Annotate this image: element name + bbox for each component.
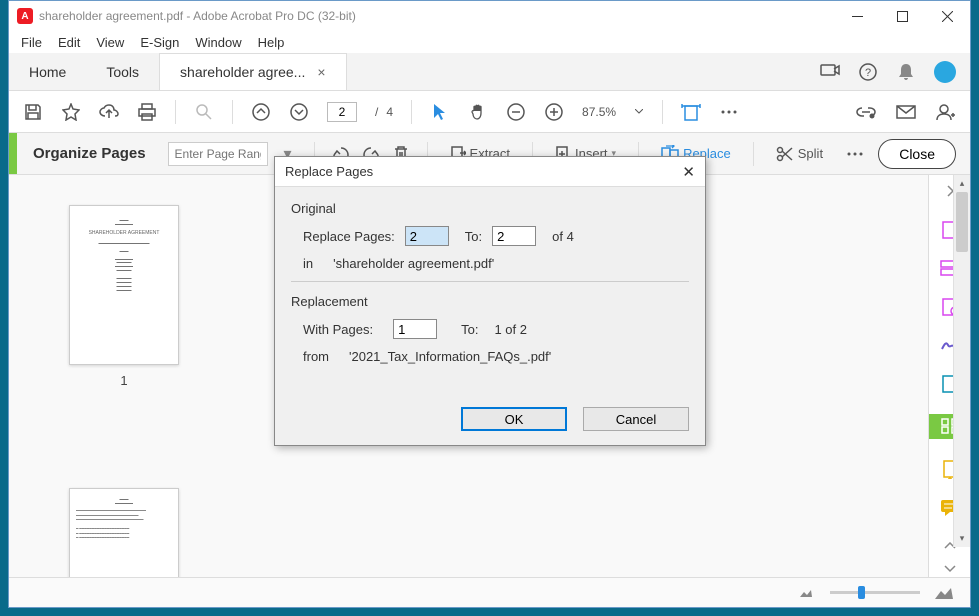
tabbar: Home Tools shareholder agree... × ? bbox=[9, 53, 970, 91]
zoom-value[interactable]: 87.5% bbox=[582, 105, 616, 119]
add-user-icon[interactable] bbox=[936, 102, 956, 122]
dialog-close-button[interactable]: ✕ bbox=[682, 163, 695, 181]
menu-esign[interactable]: E-Sign bbox=[140, 35, 179, 50]
main-toolbar: / 4 87.5% bbox=[9, 91, 970, 133]
maximize-button[interactable] bbox=[880, 1, 925, 31]
app-icon: A bbox=[17, 8, 33, 24]
replace-pages-label: Replace Pages: bbox=[303, 229, 395, 244]
menu-edit[interactable]: Edit bbox=[58, 35, 80, 50]
more-tools-icon[interactable] bbox=[845, 144, 865, 164]
dialog-titlebar: Replace Pages ✕ bbox=[275, 157, 705, 187]
bottom-bar bbox=[9, 577, 970, 607]
svg-text:?: ? bbox=[865, 67, 871, 79]
zoom-out-icon[interactable] bbox=[506, 102, 526, 122]
to-label-2: To: bbox=[461, 322, 478, 337]
thumb-size-slider[interactable] bbox=[830, 591, 920, 594]
scroll-down-icon[interactable]: ▾ bbox=[954, 530, 970, 547]
scroll-thumb[interactable] bbox=[956, 192, 968, 252]
from-file-name: '2021_Tax_Information_FAQs_.pdf' bbox=[349, 349, 551, 364]
with-from-input[interactable] bbox=[393, 319, 437, 339]
slider-handle[interactable] bbox=[858, 586, 865, 599]
user-avatar[interactable] bbox=[934, 61, 956, 83]
organize-title: Organize Pages bbox=[33, 145, 146, 162]
hand-icon[interactable] bbox=[468, 102, 488, 122]
of-count-label: of 4 bbox=[552, 229, 574, 244]
thumb-label-1: 1 bbox=[120, 373, 127, 388]
page-thumb-4[interactable]: ▬▬▬▬▬▬▬▬▬ ▬▬▬▬▬▬▬▬▬▬▬▬▬▬▬▬▬▬▬▬▬▬▬▬▬▬▬▬▬▬… bbox=[69, 488, 179, 577]
tab-home[interactable]: Home bbox=[9, 53, 86, 90]
with-pages-label: With Pages: bbox=[303, 322, 373, 337]
page-sep: / bbox=[375, 105, 378, 119]
zoom-dropdown-icon[interactable] bbox=[634, 102, 644, 122]
print-icon[interactable] bbox=[137, 102, 157, 122]
ok-button[interactable]: OK bbox=[461, 407, 567, 431]
replace-to-input[interactable] bbox=[492, 226, 536, 246]
vertical-scrollbar[interactable]: ▴ ▾ bbox=[953, 175, 970, 547]
cloud-upload-icon[interactable] bbox=[99, 102, 119, 122]
bell-icon[interactable] bbox=[896, 62, 916, 82]
page-total: 4 bbox=[386, 105, 393, 119]
fit-width-icon[interactable] bbox=[681, 102, 701, 122]
menu-help[interactable]: Help bbox=[258, 35, 285, 50]
tab-close-icon[interactable]: × bbox=[317, 64, 325, 80]
thumb-wrap-4: ▬▬▬▬▬▬▬▬▬ ▬▬▬▬▬▬▬▬▬▬▬▬▬▬▬▬▬▬▬▬▬▬▬▬▬▬▬▬▬▬… bbox=[69, 488, 179, 577]
page-up-icon[interactable] bbox=[251, 102, 271, 122]
link-icon[interactable] bbox=[856, 102, 876, 122]
with-to-text: 1 of 2 bbox=[494, 322, 527, 337]
in-file-name: 'shareholder agreement.pdf' bbox=[333, 256, 494, 271]
thumb-size-small-icon[interactable] bbox=[796, 583, 816, 603]
share-device-icon[interactable] bbox=[820, 62, 840, 82]
menubar: File Edit View E-Sign Window Help bbox=[9, 31, 970, 53]
organize-accent bbox=[9, 133, 17, 174]
cancel-button[interactable]: Cancel bbox=[583, 407, 689, 431]
to-label-1: To: bbox=[465, 229, 482, 244]
page-down-icon[interactable] bbox=[289, 102, 309, 122]
page-range-input[interactable] bbox=[168, 142, 268, 166]
page-number-input[interactable] bbox=[327, 102, 357, 122]
find-icon[interactable] bbox=[194, 102, 214, 122]
pointer-icon[interactable] bbox=[430, 102, 450, 122]
split-tool[interactable]: Split bbox=[770, 146, 829, 162]
window-title: shareholder agreement.pdf - Adobe Acroba… bbox=[39, 9, 356, 23]
minimize-button[interactable] bbox=[835, 1, 880, 31]
titlebar: A shareholder agreement.pdf - Adobe Acro… bbox=[9, 1, 970, 31]
save-icon[interactable] bbox=[23, 102, 43, 122]
star-icon[interactable] bbox=[61, 102, 81, 122]
original-section-label: Original bbox=[291, 201, 689, 216]
thumb-wrap-1: ▬▬▬▬▬▬▬▬▬ SHAREHOLDER AGREEMENT ▬▬▬▬▬▬▬▬… bbox=[69, 205, 179, 388]
help-icon[interactable]: ? bbox=[858, 62, 878, 82]
tab-tools[interactable]: Tools bbox=[86, 53, 159, 90]
menu-view[interactable]: View bbox=[96, 35, 124, 50]
close-window-button[interactable] bbox=[925, 1, 970, 31]
tab-document[interactable]: shareholder agree... × bbox=[159, 53, 347, 90]
menu-window[interactable]: Window bbox=[195, 35, 241, 50]
dialog-title-text: Replace Pages bbox=[285, 164, 373, 179]
thumb-size-large-icon[interactable] bbox=[934, 583, 954, 603]
page-thumb-1[interactable]: ▬▬▬▬▬▬▬▬▬ SHAREHOLDER AGREEMENT ▬▬▬▬▬▬▬▬… bbox=[69, 205, 179, 365]
menu-file[interactable]: File bbox=[21, 35, 42, 50]
zoom-in-icon[interactable] bbox=[544, 102, 564, 122]
email-icon[interactable] bbox=[896, 102, 916, 122]
close-organize-button[interactable]: Close bbox=[878, 139, 956, 169]
in-label: in bbox=[303, 256, 313, 271]
from-label: from bbox=[303, 349, 329, 364]
replacement-section-label: Replacement bbox=[291, 294, 689, 309]
replace-from-input[interactable] bbox=[405, 226, 449, 246]
scroll-up-icon[interactable]: ▴ bbox=[954, 175, 970, 192]
more-options-icon[interactable] bbox=[719, 102, 739, 122]
panel-down-icon[interactable] bbox=[938, 560, 962, 577]
replace-pages-dialog: Replace Pages ✕ Original Replace Pages: … bbox=[274, 156, 706, 446]
